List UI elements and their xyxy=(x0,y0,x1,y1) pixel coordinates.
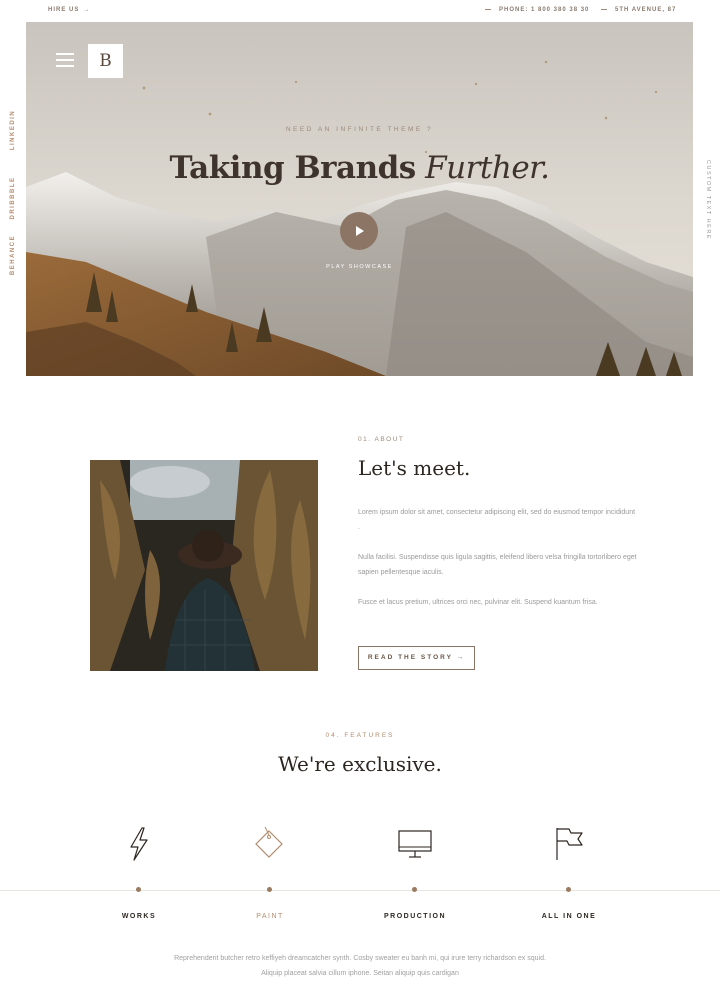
hero-title-main: Taking Brands xyxy=(169,150,417,186)
phone-info: PHONE: 1 800 380 38 30 xyxy=(485,7,589,13)
hamburger-menu-icon[interactable] xyxy=(56,53,74,67)
hero-title: Taking Brands Further. xyxy=(26,150,693,186)
features-description-line-2: Aliquip placeat salvia cillum iphone. Se… xyxy=(261,970,459,977)
hero-section: B NEED AN INFINITE THEME ? Taking Brands… xyxy=(26,22,693,376)
lightning-icon[interactable] xyxy=(119,825,159,863)
hire-us-link[interactable]: HIRE US → xyxy=(48,7,90,13)
paint-tag-icon[interactable] xyxy=(249,825,289,863)
about-paragraph-1: Lorem ipsum dolor sit amet, consectetur … xyxy=(358,509,636,531)
dash-icon xyxy=(485,8,491,10)
mountain-landscape-image xyxy=(26,22,693,376)
features-section-number: 04. FEATURES xyxy=(325,732,395,739)
phone-text: PHONE: 1 800 380 38 30 xyxy=(499,7,590,13)
custom-text: CUSTOM TEXT HERE xyxy=(705,160,711,240)
about-paragraph-2: Nulla facilisi. Suspendisse quis ligula … xyxy=(358,554,637,576)
hero-title-italic: Further. xyxy=(425,150,550,186)
social-link-dribbble[interactable]: DRIBBBLE xyxy=(10,177,16,220)
monitor-icon[interactable] xyxy=(395,825,435,863)
about-paragraph-3: Fusce et lacus pretium, ultrices orci ne… xyxy=(358,599,598,606)
arrow-right-icon: → xyxy=(83,7,91,13)
tab-works[interactable]: WORKS xyxy=(79,913,199,920)
logo[interactable]: B xyxy=(88,44,123,78)
dash-icon xyxy=(601,8,607,10)
hero-kicker: NEED AN INFINITE THEME ? xyxy=(285,126,434,133)
hire-us-label: HIRE US xyxy=(48,7,80,13)
social-link-behance[interactable]: BEHANCE xyxy=(10,235,16,275)
tab-dot xyxy=(136,887,141,892)
read-the-story-button[interactable]: READ THE STORY → xyxy=(358,646,475,670)
about-photo xyxy=(90,460,318,671)
features-description: Reprehenderit butcher retro keffiyeh dre… xyxy=(120,951,600,981)
tab-production[interactable]: PRODUCTION xyxy=(355,913,475,920)
cornfield-person-image xyxy=(90,460,318,671)
about-section-number: 01. ABOUT xyxy=(358,436,405,443)
play-label: PLAY SHOWCASE xyxy=(326,264,393,270)
tab-dot xyxy=(267,887,272,892)
address-info: 5TH AVENUE, 87 xyxy=(601,7,676,13)
tab-dot xyxy=(566,887,571,892)
social-link-linkedin[interactable]: LINKEDIN xyxy=(10,110,16,150)
tab-all-in-one[interactable]: ALL IN ONE xyxy=(509,913,629,920)
address-text: 5TH AVENUE, 87 xyxy=(615,7,677,13)
features-divider xyxy=(0,890,720,891)
features-title: We're exclusive. xyxy=(278,752,442,776)
top-bar: HIRE US → PHONE: 1 800 380 38 30 5TH AVEN… xyxy=(0,0,720,22)
play-button[interactable] xyxy=(340,212,378,250)
features-description-line-1: Reprehenderit butcher retro keffiyeh dre… xyxy=(174,955,546,962)
side-custom-text: CUSTOM TEXT HERE xyxy=(697,150,720,250)
about-title: Let's meet. xyxy=(358,456,471,480)
social-links: LINKEDIN DRIBBBLE BEHANCE xyxy=(0,110,26,280)
tab-paint[interactable]: PAINT xyxy=(210,913,330,920)
flag-icon[interactable] xyxy=(549,825,589,863)
tab-dot xyxy=(412,887,417,892)
